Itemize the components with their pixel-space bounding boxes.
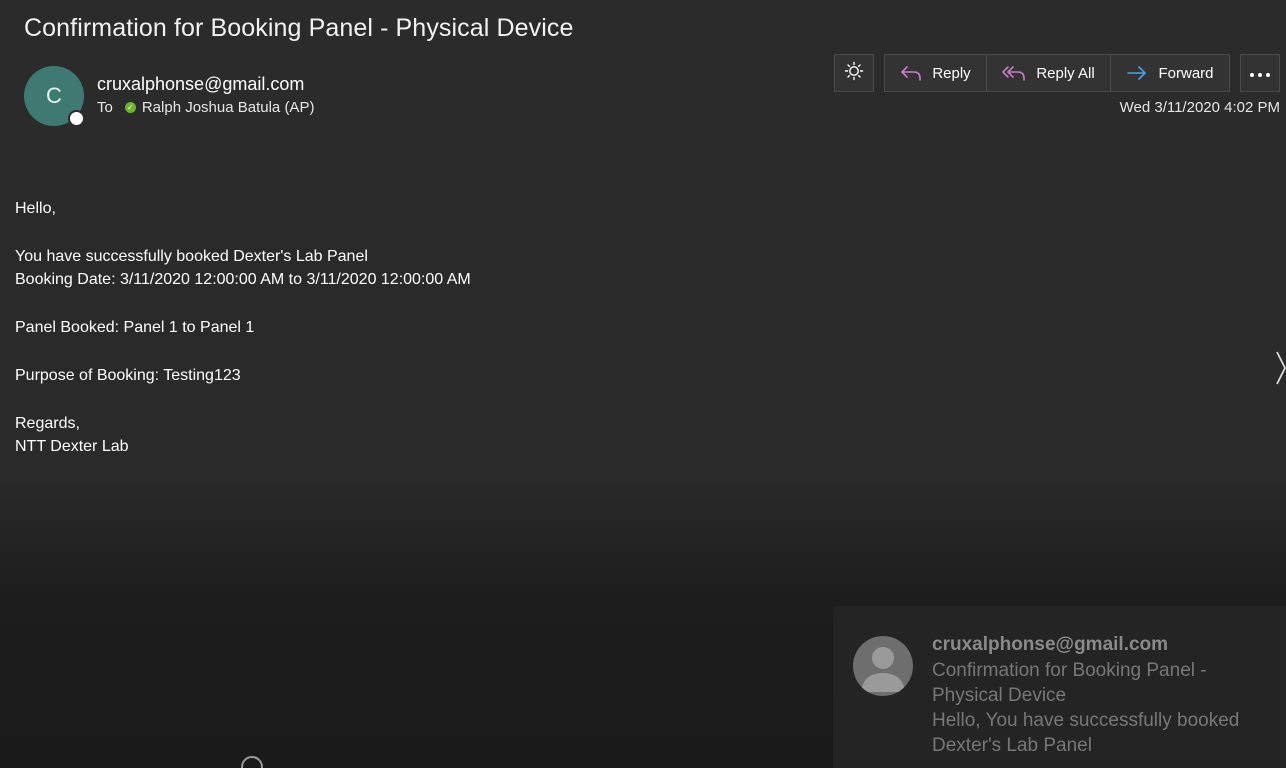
notification-text: Confirmation for Booking Panel - Physica… bbox=[932, 658, 1262, 758]
next-message-chevron[interactable] bbox=[1276, 350, 1286, 391]
body-greeting: Hello, bbox=[15, 200, 56, 217]
cursor-circle bbox=[241, 756, 263, 768]
reply-label: Reply bbox=[932, 64, 971, 82]
reply-all-icon bbox=[1002, 64, 1026, 82]
body-line: NTT Dexter Lab bbox=[15, 438, 129, 456]
body-line: You have successfully booked Dexter's La… bbox=[15, 247, 368, 265]
recipient-line: To ✓ Ralph Joshua Batula (AP) bbox=[97, 99, 314, 116]
notification-subject: Confirmation for Booking Panel - Physica… bbox=[932, 660, 1207, 706]
chevron-right-icon bbox=[1276, 351, 1286, 390]
presence-indicator bbox=[68, 110, 85, 127]
reply-all-button[interactable]: Reply All bbox=[986, 54, 1111, 92]
sun-icon bbox=[844, 61, 864, 85]
more-actions-button[interactable] bbox=[1240, 54, 1280, 92]
new-mail-notification[interactable]: cruxalphonse@gmail.com Confirmation for … bbox=[833, 606, 1286, 768]
recipient-name[interactable]: Ralph Joshua Batula (AP) bbox=[142, 99, 315, 116]
sender-address[interactable]: cruxalphonse@gmail.com bbox=[97, 74, 304, 95]
body-line: Purpose of Booking: Testing123 bbox=[15, 366, 241, 384]
check-icon: ✓ bbox=[124, 102, 136, 113]
notification-avatar bbox=[853, 636, 913, 696]
forward-arrow-icon bbox=[1126, 64, 1148, 82]
reply-button[interactable]: Reply bbox=[884, 54, 987, 92]
email-date: Wed 3/11/2020 4:02 PM bbox=[1119, 99, 1280, 116]
theme-toggle-button[interactable] bbox=[834, 54, 874, 92]
body-line: Booking Date: 3/11/2020 12:00:00 AM to 3… bbox=[15, 271, 471, 289]
forward-label: Forward bbox=[1158, 64, 1214, 82]
reply-icon bbox=[900, 64, 922, 82]
reply-all-label: Reply All bbox=[1036, 64, 1095, 82]
body-line: Panel Booked: Panel 1 to Panel 1 bbox=[15, 319, 255, 337]
notification-preview: Hello, You have successfully booked Dext… bbox=[932, 710, 1240, 756]
body-line: Regards, bbox=[15, 414, 80, 432]
to-label: To bbox=[97, 99, 113, 116]
notification-sender: cruxalphonse@gmail.com bbox=[932, 634, 1169, 655]
email-body: Hello, You have successfully booked Dext… bbox=[15, 197, 471, 459]
forward-button[interactable]: Forward bbox=[1110, 54, 1230, 92]
avatar-initial: C bbox=[46, 83, 62, 108]
email-subject: Confirmation for Booking Panel - Physica… bbox=[24, 14, 574, 42]
more-icon bbox=[1249, 65, 1271, 82]
